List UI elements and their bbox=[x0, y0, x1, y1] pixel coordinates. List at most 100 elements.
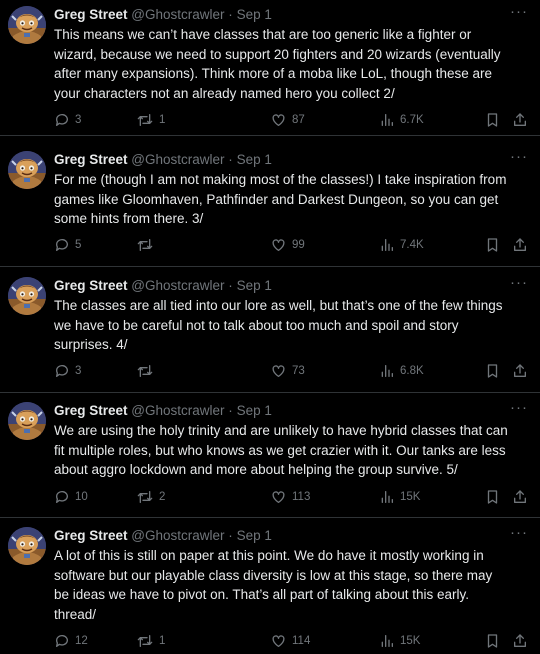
more-dots-icon[interactable]: ··· bbox=[510, 274, 528, 291]
avatar[interactable] bbox=[8, 527, 46, 565]
bookmark-button[interactable] bbox=[485, 487, 500, 507]
bookmark-button[interactable] bbox=[485, 361, 500, 381]
tweet[interactable]: Greg Street @Ghostcrawler · Sep 1 ··· Fo… bbox=[0, 145, 540, 267]
retweet-button[interactable] bbox=[136, 235, 159, 255]
share-button[interactable] bbox=[512, 487, 528, 507]
heart-icon bbox=[270, 489, 287, 505]
speech-bubble-icon bbox=[54, 489, 70, 505]
tweet-header: Greg Street @Ghostcrawler · Sep 1 bbox=[54, 278, 272, 294]
reply-count: 3 bbox=[75, 114, 82, 126]
views-button[interactable]: 15K bbox=[379, 487, 420, 507]
post-date[interactable]: Sep 1 bbox=[237, 278, 272, 293]
author-name[interactable]: Greg Street bbox=[54, 403, 128, 418]
retweet-button[interactable]: 1 bbox=[136, 110, 165, 130]
tweet-text: We are using the holy trinity and are un… bbox=[54, 423, 508, 477]
separator-dot: · bbox=[228, 152, 233, 167]
tweet-text: This means we can’t have classes that ar… bbox=[54, 27, 501, 101]
reply-button[interactable]: 5 bbox=[54, 235, 81, 255]
bookmark-icon bbox=[485, 633, 500, 649]
view-count: 6.8K bbox=[400, 365, 424, 377]
reply-button[interactable]: 3 bbox=[54, 110, 81, 130]
like-count: 113 bbox=[292, 491, 311, 503]
bookmark-button[interactable] bbox=[485, 110, 500, 130]
like-count: 99 bbox=[292, 239, 305, 251]
retweet-button[interactable]: 1 bbox=[136, 631, 165, 651]
post-date[interactable]: Sep 1 bbox=[237, 403, 272, 418]
bar-chart-icon bbox=[379, 633, 395, 649]
author-name[interactable]: Greg Street bbox=[54, 152, 128, 167]
speech-bubble-icon bbox=[54, 363, 70, 379]
heart-icon bbox=[270, 633, 287, 649]
bar-chart-icon bbox=[379, 363, 395, 379]
bookmark-button[interactable] bbox=[485, 235, 500, 255]
author-handle[interactable]: @Ghostcrawler bbox=[131, 7, 224, 22]
tweet[interactable]: Greg Street @Ghostcrawler · Sep 1 ··· A … bbox=[0, 521, 540, 654]
retweet-arrows-icon bbox=[136, 633, 154, 649]
retweet-arrows-icon bbox=[136, 489, 154, 505]
tweet-text: A lot of this is still on paper at this … bbox=[54, 548, 493, 622]
bookmark-button[interactable] bbox=[485, 631, 500, 651]
like-button[interactable]: 73 bbox=[270, 361, 305, 381]
tweet-header: Greg Street @Ghostcrawler · Sep 1 bbox=[54, 528, 272, 544]
like-count: 73 bbox=[292, 365, 305, 377]
more-dots-icon[interactable]: ··· bbox=[510, 148, 528, 165]
avatar[interactable] bbox=[8, 277, 46, 315]
tweet[interactable]: Greg Street @Ghostcrawler · Sep 1 ··· Th… bbox=[0, 0, 540, 136]
share-button[interactable] bbox=[512, 361, 528, 381]
share-button[interactable] bbox=[512, 110, 528, 130]
reply-button[interactable]: 12 bbox=[54, 631, 88, 651]
tweet[interactable]: Greg Street @Ghostcrawler · Sep 1 ··· Th… bbox=[0, 271, 540, 393]
tweet-text: For me (though I am not making most of t… bbox=[54, 172, 507, 226]
post-date[interactable]: Sep 1 bbox=[237, 152, 272, 167]
author-handle[interactable]: @Ghostcrawler bbox=[131, 403, 224, 418]
like-count: 114 bbox=[292, 635, 311, 647]
like-count: 87 bbox=[292, 114, 305, 126]
views-button[interactable]: 15K bbox=[379, 631, 420, 651]
like-button[interactable]: 113 bbox=[270, 487, 310, 507]
share-button[interactable] bbox=[512, 235, 528, 255]
action-bar: 10 2 113 15K bbox=[54, 487, 530, 507]
views-button[interactable]: 7.4K bbox=[379, 235, 424, 255]
author-handle[interactable]: @Ghostcrawler bbox=[131, 278, 224, 293]
action-bar: 12 1 114 15K bbox=[54, 631, 530, 651]
retweet-arrows-icon bbox=[136, 363, 154, 379]
reply-count: 3 bbox=[75, 365, 82, 377]
author-name[interactable]: Greg Street bbox=[54, 7, 128, 22]
like-button[interactable]: 99 bbox=[270, 235, 305, 255]
post-date[interactable]: Sep 1 bbox=[237, 528, 272, 543]
tweet-text: The classes are all tied into our lore a… bbox=[54, 298, 503, 352]
more-dots-icon[interactable]: ··· bbox=[510, 399, 528, 416]
retweet-count: 1 bbox=[159, 635, 166, 647]
reply-button[interactable]: 10 bbox=[54, 487, 88, 507]
speech-bubble-icon bbox=[54, 633, 70, 649]
tweet-thread: Greg Street @Ghostcrawler · Sep 1 ··· Th… bbox=[0, 0, 540, 654]
separator-dot: · bbox=[228, 278, 233, 293]
like-button[interactable]: 114 bbox=[270, 631, 310, 651]
avatar[interactable] bbox=[8, 151, 46, 189]
post-date[interactable]: Sep 1 bbox=[237, 7, 272, 22]
author-handle[interactable]: @Ghostcrawler bbox=[131, 152, 224, 167]
retweet-button[interactable] bbox=[136, 361, 159, 381]
author-name[interactable]: Greg Street bbox=[54, 278, 128, 293]
share-upload-icon bbox=[512, 489, 528, 505]
more-dots-icon[interactable]: ··· bbox=[510, 524, 528, 541]
retweet-arrows-icon bbox=[136, 112, 154, 128]
share-button[interactable] bbox=[512, 631, 528, 651]
author-name[interactable]: Greg Street bbox=[54, 528, 128, 543]
like-button[interactable]: 87 bbox=[270, 110, 305, 130]
retweet-button[interactable]: 2 bbox=[136, 487, 165, 507]
tweet[interactable]: Greg Street @Ghostcrawler · Sep 1 ··· We… bbox=[0, 396, 540, 518]
view-count: 7.4K bbox=[400, 239, 424, 251]
separator-dot: · bbox=[228, 528, 233, 543]
avatar[interactable] bbox=[8, 6, 46, 44]
author-handle[interactable]: @Ghostcrawler bbox=[131, 528, 224, 543]
tweet-header: Greg Street @Ghostcrawler · Sep 1 bbox=[54, 7, 272, 23]
views-button[interactable]: 6.8K bbox=[379, 361, 424, 381]
avatar[interactable] bbox=[8, 402, 46, 440]
heart-icon bbox=[270, 363, 287, 379]
reply-button[interactable]: 3 bbox=[54, 361, 81, 381]
bar-chart-icon bbox=[379, 112, 395, 128]
more-dots-icon[interactable]: ··· bbox=[510, 3, 528, 20]
separator-dot: · bbox=[228, 7, 233, 22]
views-button[interactable]: 6.7K bbox=[379, 110, 424, 130]
